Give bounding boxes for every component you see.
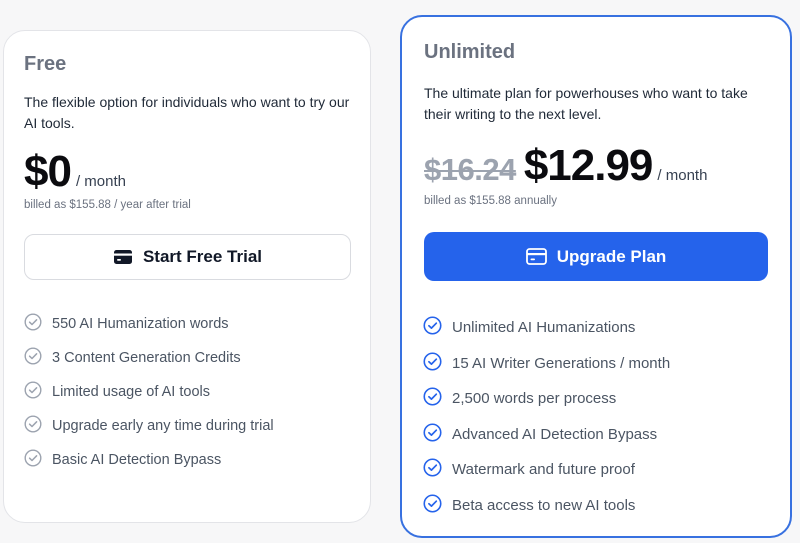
price-period: / month — [75, 173, 126, 190]
feature-list: Unlimited AI Humanizations 15 AI Writer … — [423, 310, 670, 523]
button-label: Start Free Trial — [142, 247, 263, 266]
feature-item: 2,500 words per process — [423, 381, 670, 417]
feature-item: Upgrade early any time during trial — [24, 409, 274, 443]
feature-text: Unlimited AI Humanizations — [452, 319, 636, 337]
check-circle-icon — [24, 415, 52, 437]
credit-card-icon — [525, 248, 547, 265]
plan-name: Free — [24, 53, 67, 75]
plan-name: Unlimited — [424, 41, 516, 63]
feature-item: Beta access to new AI tools — [423, 488, 670, 524]
feature-text: Limited usage of AI tools — [52, 384, 210, 400]
feature-item: Limited usage of AI tools — [24, 375, 274, 409]
price: $12.99 — [523, 141, 654, 190]
feature-text: Basic AI Detection Bypass — [52, 452, 222, 468]
plan-description: The flexible option for individuals who … — [24, 94, 350, 131]
feature-text: 3 Content Generation Credits — [52, 350, 241, 366]
unlimited-plan-card: Unlimited The ultimate plan for powerhou… — [400, 15, 792, 538]
feature-item: Unlimited AI Humanizations — [423, 310, 670, 346]
check-circle-icon — [423, 352, 452, 375]
feature-text: 15 AI Writer Generations / month — [452, 354, 671, 372]
feature-list: 550 AI Humanization words 3 Content Gene… — [24, 307, 274, 477]
check-circle-icon — [24, 449, 52, 471]
pricing-section: Free The flexible option for individuals… — [0, 0, 800, 543]
check-circle-icon — [423, 458, 452, 481]
check-circle-icon — [24, 347, 52, 369]
price-row: $0 / month — [24, 147, 126, 197]
check-circle-icon — [423, 316, 452, 339]
check-circle-icon — [423, 423, 452, 446]
price-period: / month — [657, 167, 708, 184]
free-plan-card: Free The flexible option for individuals… — [3, 30, 371, 523]
check-circle-icon — [24, 381, 52, 403]
feature-item: Advanced AI Detection Bypass — [423, 417, 670, 453]
plan-description: The ultimate plan for powerhouses who wa… — [424, 85, 748, 122]
feature-item: 550 AI Humanization words — [24, 307, 274, 341]
price-row: $16.24 $12.99 / month — [424, 141, 707, 191]
check-circle-icon — [423, 494, 452, 517]
feature-text: Beta access to new AI tools — [452, 496, 636, 514]
price: $0 — [24, 147, 72, 196]
billing-note: billed as $155.88 annually — [424, 195, 557, 207]
feature-text: Watermark and future proof — [452, 461, 635, 479]
billing-note: billed as $155.88 / year after trial — [24, 199, 191, 211]
start-free-trial-button[interactable]: Start Free Trial — [24, 234, 351, 280]
feature-text: 2,500 words per process — [452, 390, 617, 408]
feature-item: Basic AI Detection Bypass — [24, 443, 274, 477]
original-price: $16.24 — [424, 152, 516, 187]
feature-text: Advanced AI Detection Bypass — [452, 425, 658, 443]
feature-item: 3 Content Generation Credits — [24, 341, 274, 375]
credit-card-icon — [113, 249, 133, 265]
feature-text: Upgrade early any time during trial — [52, 418, 274, 434]
feature-item: 15 AI Writer Generations / month — [423, 346, 670, 382]
check-circle-icon — [423, 387, 452, 410]
button-label: Upgrade Plan — [556, 246, 667, 266]
feature-text: 550 AI Humanization words — [52, 316, 229, 332]
upgrade-plan-button[interactable]: Upgrade Plan — [424, 232, 768, 281]
feature-item: Watermark and future proof — [423, 452, 670, 488]
check-circle-icon — [24, 313, 52, 335]
